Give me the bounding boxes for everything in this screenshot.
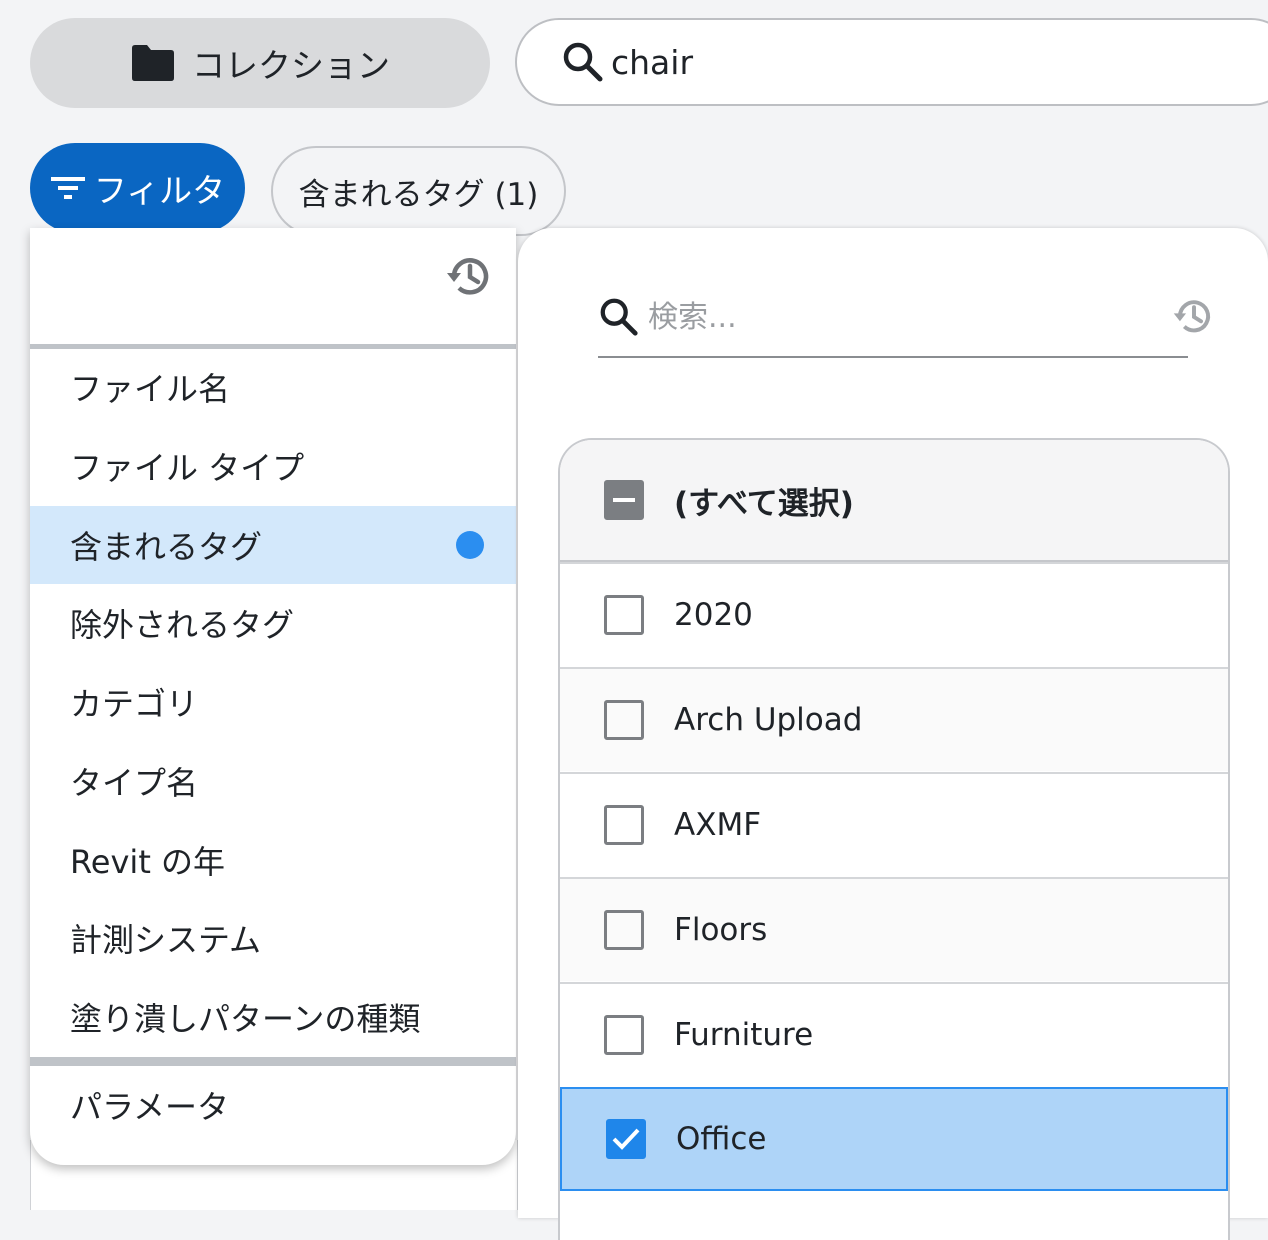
menu-item-file-name[interactable]: ファイル名: [30, 348, 516, 426]
tag-checkbox[interactable]: [604, 910, 644, 950]
tag-search-input[interactable]: [646, 298, 1150, 336]
select-all-row[interactable]: (すべて選択): [560, 440, 1228, 562]
menu-item-label: ファイル名: [70, 370, 231, 408]
tag-option-row[interactable]: Furniture: [560, 982, 1228, 1086]
history-button[interactable]: [444, 250, 496, 302]
menu-item-label: タイプ名: [70, 764, 199, 802]
menu-item-file-type[interactable]: ファイル タイプ: [30, 427, 516, 505]
tag-option-row[interactable]: Floors: [560, 877, 1228, 981]
tag-option-label: Furniture: [674, 1017, 814, 1053]
filter-button[interactable]: フィルタ: [30, 143, 245, 233]
collection-button[interactable]: コレクション: [30, 18, 490, 108]
menu-item-measurement-system[interactable]: 計測システム: [30, 899, 516, 977]
menu-item-fill-pattern-type[interactable]: 塗り潰しパターンの種類: [30, 978, 516, 1056]
check-icon: [612, 1128, 640, 1150]
menu-item-excluded-tags[interactable]: 除外されるタグ: [30, 584, 516, 662]
tag-option-label: Office: [676, 1121, 767, 1157]
menu-item-label: Revit の年: [70, 843, 226, 881]
menu-item-type-name[interactable]: タイプ名: [30, 742, 516, 820]
history-icon: [445, 251, 495, 301]
menu-item-included-tags[interactable]: 含まれるタグ: [30, 506, 516, 584]
menu-item-label: 含まれるタグ: [70, 528, 263, 566]
tag-search[interactable]: [598, 278, 1211, 358]
history-icon[interactable]: [1172, 294, 1216, 338]
chip-label: 含まれるタグ (1): [298, 176, 539, 213]
menu-item-label: 除外されるタグ: [70, 606, 295, 644]
tag-checkbox[interactable]: [604, 805, 644, 845]
menu-item-label: ファイル タイプ: [70, 449, 305, 487]
included-tags-chip[interactable]: 含まれるタグ (1): [271, 146, 566, 236]
tag-checkbox[interactable]: [604, 700, 644, 740]
active-indicator-dot: [456, 531, 484, 559]
tag-option-row[interactable]: 2020: [560, 562, 1228, 666]
tag-checkbox[interactable]: [604, 1015, 644, 1055]
select-all-label: (すべて選択): [674, 485, 854, 522]
tag-option-row[interactable]: AXMF: [560, 772, 1228, 876]
folder-icon: [130, 44, 176, 82]
menu-item-label: パラメータ: [70, 1088, 230, 1126]
menu-item-revit-year[interactable]: Revit の年: [30, 821, 516, 899]
filter-field-menu: ファイル名 ファイル タイプ 含まれるタグ 除外されるタグ カテゴリ タイプ名 …: [30, 228, 516, 1165]
search-icon: [561, 40, 605, 84]
select-all-checkbox[interactable]: [604, 480, 644, 520]
tag-option-row[interactable]: Arch Upload: [560, 667, 1228, 771]
tag-option-row-selected[interactable]: Office: [560, 1087, 1228, 1191]
filter-label: フィルタ: [93, 171, 226, 210]
search-input[interactable]: [609, 41, 1213, 83]
tag-checkbox[interactable]: [604, 595, 644, 635]
filter-icon: [50, 174, 86, 202]
tag-option-label: 2020: [674, 597, 753, 633]
tag-option-label: AXMF: [674, 807, 762, 843]
menu-divider: [30, 1057, 516, 1066]
tag-checkbox-checked[interactable]: [606, 1119, 646, 1159]
search-icon: [598, 296, 640, 338]
menu-item-parameters[interactable]: パラメータ: [30, 1066, 516, 1144]
collection-label: コレクション: [192, 46, 390, 85]
menu-item-label: 塗り潰しパターンの種類: [70, 1000, 421, 1038]
menu-item-label: 計測システム: [70, 921, 262, 959]
tag-option-label: Arch Upload: [674, 702, 863, 738]
tag-option-label: Floors: [674, 912, 768, 948]
menu-item-label: カテゴリ: [70, 685, 199, 723]
menu-item-category[interactable]: カテゴリ: [30, 663, 516, 741]
tag-option-list: (すべて選択) 2020 Arch Upload AXMF Floors Fur…: [558, 438, 1230, 1240]
global-search[interactable]: [515, 18, 1268, 106]
tag-value-panel: (すべて選択) 2020 Arch Upload AXMF Floors Fur…: [518, 228, 1268, 1240]
